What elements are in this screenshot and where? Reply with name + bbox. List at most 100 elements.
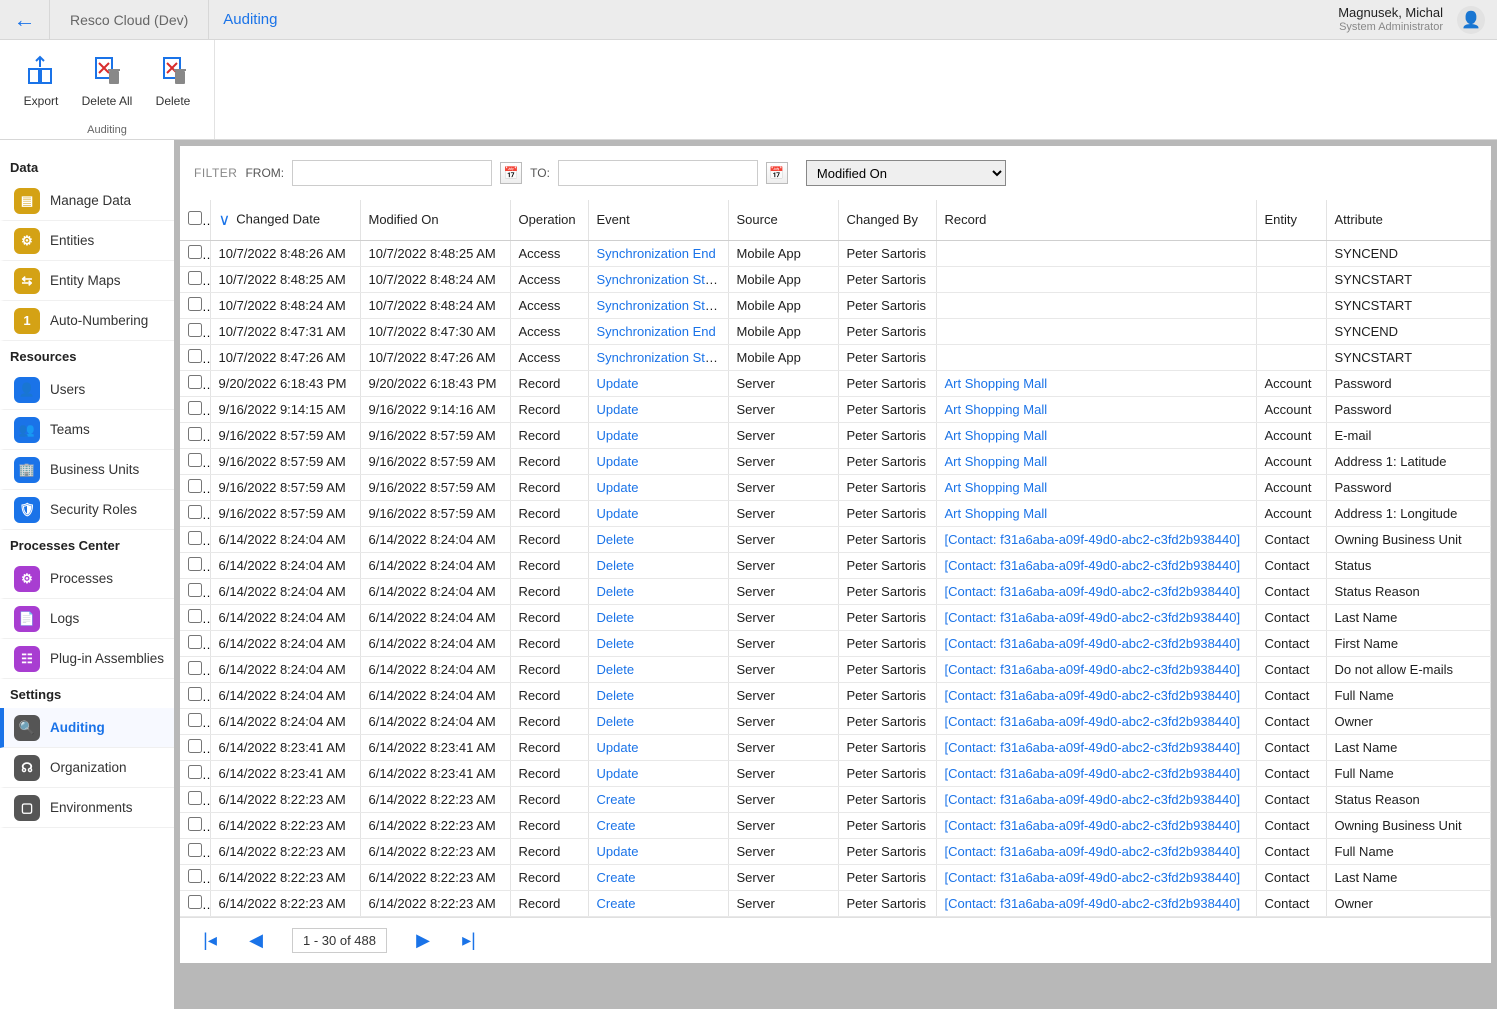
record-link[interactable]: [Contact: f31a6aba-a09f-49d0-abc2-c3fd2b… <box>945 766 1241 781</box>
event-link[interactable]: Delete <box>597 688 635 703</box>
row-select-cell[interactable] <box>180 448 210 474</box>
table-row[interactable]: 6/14/2022 8:24:04 AM6/14/2022 8:24:04 AM… <box>180 682 1491 708</box>
table-row[interactable]: 6/14/2022 8:22:23 AM6/14/2022 8:22:23 AM… <box>180 838 1491 864</box>
record-link[interactable]: [Contact: f31a6aba-a09f-49d0-abc2-c3fd2b… <box>945 558 1241 573</box>
col-modified-on[interactable]: Modified On <box>360 200 510 240</box>
table-row[interactable]: 9/20/2022 6:18:43 PM9/20/2022 6:18:43 PM… <box>180 370 1491 396</box>
event-link[interactable]: Update <box>597 506 639 521</box>
event-link[interactable]: Synchronization End <box>597 324 716 339</box>
table-row[interactable]: 10/7/2022 8:47:26 AM10/7/2022 8:47:26 AM… <box>180 344 1491 370</box>
row-checkbox[interactable] <box>188 895 202 909</box>
record-link[interactable]: [Contact: f31a6aba-a09f-49d0-abc2-c3fd2b… <box>945 740 1241 755</box>
row-checkbox[interactable] <box>188 583 202 597</box>
row-checkbox[interactable] <box>188 297 202 311</box>
pager-next-button[interactable]: ▶ <box>413 930 433 951</box>
table-row[interactable]: 10/7/2022 8:47:31 AM10/7/2022 8:47:30 AM… <box>180 318 1491 344</box>
event-link[interactable]: Update <box>597 480 639 495</box>
table-row[interactable]: 9/16/2022 8:57:59 AM9/16/2022 8:57:59 AM… <box>180 500 1491 526</box>
row-checkbox[interactable] <box>188 843 202 857</box>
row-checkbox[interactable] <box>188 687 202 701</box>
event-link[interactable]: Synchronization Start <box>597 350 721 365</box>
table-row[interactable]: 6/14/2022 8:24:04 AM6/14/2022 8:24:04 AM… <box>180 578 1491 604</box>
row-checkbox[interactable] <box>188 869 202 883</box>
sidebar-item-entity-maps[interactable]: ⇆Entity Maps <box>0 261 174 301</box>
row-checkbox[interactable] <box>188 349 202 363</box>
row-checkbox[interactable] <box>188 791 202 805</box>
row-select-cell[interactable] <box>180 812 210 838</box>
record-link[interactable]: [Contact: f31a6aba-a09f-49d0-abc2-c3fd2b… <box>945 532 1241 547</box>
row-select-cell[interactable] <box>180 552 210 578</box>
row-checkbox[interactable] <box>188 713 202 727</box>
table-row[interactable]: 10/7/2022 8:48:25 AM10/7/2022 8:48:24 AM… <box>180 266 1491 292</box>
sidebar-item-processes[interactable]: ⚙Processes <box>0 559 174 599</box>
event-link[interactable]: Synchronization Start <box>597 298 721 313</box>
row-checkbox[interactable] <box>188 661 202 675</box>
row-checkbox[interactable] <box>188 453 202 467</box>
event-link[interactable]: Delete <box>597 558 635 573</box>
table-row[interactable]: 9/16/2022 9:14:15 AM9/16/2022 9:14:16 AM… <box>180 396 1491 422</box>
calendar-to-button[interactable]: 📅 <box>766 162 788 184</box>
record-link[interactable]: [Contact: f31a6aba-a09f-49d0-abc2-c3fd2b… <box>945 714 1241 729</box>
table-row[interactable]: 9/16/2022 8:57:59 AM9/16/2022 8:57:59 AM… <box>180 474 1491 500</box>
table-row[interactable]: 9/16/2022 8:57:59 AM9/16/2022 8:57:59 AM… <box>180 448 1491 474</box>
record-link[interactable]: Art Shopping Mall <box>945 454 1048 469</box>
col-changed-date[interactable]: ∨Changed Date <box>210 200 360 240</box>
event-link[interactable]: Update <box>597 428 639 443</box>
table-row[interactable]: 6/14/2022 8:24:04 AM6/14/2022 8:24:04 AM… <box>180 656 1491 682</box>
row-select-cell[interactable] <box>180 708 210 734</box>
row-select-cell[interactable] <box>180 578 210 604</box>
delete-all-button[interactable]: Delete All <box>74 44 140 124</box>
row-select-cell[interactable] <box>180 344 210 370</box>
row-select-cell[interactable] <box>180 890 210 916</box>
row-checkbox[interactable] <box>188 531 202 545</box>
row-checkbox[interactable] <box>188 557 202 571</box>
row-checkbox[interactable] <box>188 739 202 753</box>
row-select-cell[interactable] <box>180 526 210 552</box>
row-checkbox[interactable] <box>188 505 202 519</box>
pager-first-button[interactable]: |◂ <box>200 930 220 951</box>
row-select-cell[interactable] <box>180 500 210 526</box>
user-info[interactable]: Magnusek, Michal System Administrator <box>1338 5 1449 34</box>
filter-field-select[interactable]: Modified On <box>806 160 1006 186</box>
event-link[interactable]: Synchronization Start <box>597 272 721 287</box>
record-link[interactable]: Art Shopping Mall <box>945 402 1048 417</box>
table-row[interactable]: 6/14/2022 8:24:04 AM6/14/2022 8:24:04 AM… <box>180 604 1491 630</box>
col-entity[interactable]: Entity <box>1256 200 1326 240</box>
pager-last-button[interactable]: ▸| <box>459 930 479 951</box>
back-button[interactable]: ← <box>0 0 50 39</box>
table-row[interactable]: 6/14/2022 8:24:04 AM6/14/2022 8:24:04 AM… <box>180 552 1491 578</box>
table-row[interactable]: 6/14/2022 8:22:23 AM6/14/2022 8:22:23 AM… <box>180 786 1491 812</box>
event-link[interactable]: Update <box>597 454 639 469</box>
sidebar-item-organization[interactable]: ☊Organization <box>0 748 174 788</box>
row-select-cell[interactable] <box>180 370 210 396</box>
row-select-cell[interactable] <box>180 474 210 500</box>
table-row[interactable]: 6/14/2022 8:23:41 AM6/14/2022 8:23:41 AM… <box>180 734 1491 760</box>
select-all-checkbox[interactable] <box>188 211 202 225</box>
table-row[interactable]: 9/16/2022 8:57:59 AM9/16/2022 8:57:59 AM… <box>180 422 1491 448</box>
row-select-cell[interactable] <box>180 786 210 812</box>
row-checkbox[interactable] <box>188 817 202 831</box>
record-link[interactable]: [Contact: f31a6aba-a09f-49d0-abc2-c3fd2b… <box>945 610 1241 625</box>
row-checkbox[interactable] <box>188 271 202 285</box>
table-row[interactable]: 6/14/2022 8:22:23 AM6/14/2022 8:22:23 AM… <box>180 864 1491 890</box>
record-link[interactable]: Art Shopping Mall <box>945 506 1048 521</box>
sidebar-item-plugin-assemblies[interactable]: ☷Plug-in Assemblies <box>0 639 174 679</box>
sidebar-item-business-units[interactable]: 🏢Business Units <box>0 450 174 490</box>
row-select-cell[interactable] <box>180 240 210 266</box>
calendar-from-button[interactable]: 📅 <box>500 162 522 184</box>
col-attribute[interactable]: Attribute <box>1326 200 1491 240</box>
col-source[interactable]: Source <box>728 200 838 240</box>
event-link[interactable]: Update <box>597 766 639 781</box>
row-select-cell[interactable] <box>180 864 210 890</box>
event-link[interactable]: Update <box>597 844 639 859</box>
table-row[interactable]: 10/7/2022 8:48:24 AM10/7/2022 8:48:24 AM… <box>180 292 1491 318</box>
row-checkbox[interactable] <box>188 427 202 441</box>
sidebar-item-environments[interactable]: ▢Environments <box>0 788 174 828</box>
col-record[interactable]: Record <box>936 200 1256 240</box>
row-select-cell[interactable] <box>180 318 210 344</box>
sidebar-item-security-roles[interactable]: 🛡Security Roles <box>0 490 174 530</box>
event-link[interactable]: Create <box>597 792 636 807</box>
row-checkbox[interactable] <box>188 635 202 649</box>
row-select-cell[interactable] <box>180 396 210 422</box>
row-checkbox[interactable] <box>188 323 202 337</box>
